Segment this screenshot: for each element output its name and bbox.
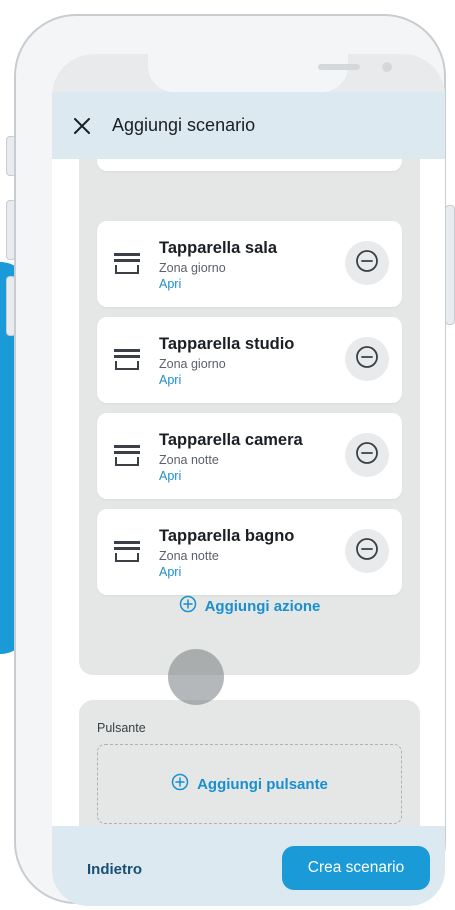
shutter-icon	[114, 445, 140, 467]
action-zone: Zona giorno	[159, 261, 226, 275]
plus-circle-icon	[171, 773, 189, 795]
action-command[interactable]: Apri	[159, 277, 181, 291]
device-stage: Aggiungi scenario Tapparella sala Zona g…	[0, 0, 455, 910]
action-zone: Zona notte	[159, 549, 219, 563]
action-title: Tapparella studio	[159, 335, 295, 353]
action-zone: Zona giorno	[159, 357, 226, 371]
remove-action-button[interactable]	[345, 241, 389, 285]
add-button-label: Aggiungi pulsante	[197, 775, 328, 793]
remove-action-button[interactable]	[345, 337, 389, 381]
action-command[interactable]: Apri	[159, 373, 181, 387]
add-action-label: Aggiungi azione	[204, 597, 321, 615]
phone-notch	[148, 54, 392, 92]
minus-circle-icon	[355, 249, 379, 278]
shutter-icon	[114, 349, 140, 371]
phone-power-button	[445, 205, 455, 325]
status-bar	[52, 54, 445, 92]
minus-circle-icon	[355, 345, 379, 374]
create-scenario-button[interactable]: Crea scenario	[282, 846, 430, 890]
add-action-button[interactable]: Aggiungi azione	[79, 595, 420, 617]
action-card[interactable]: Tapparella sala Zona giorno Apri	[97, 221, 402, 307]
actions-panel: Tapparella sala Zona giorno Apri Tappare…	[79, 159, 420, 675]
action-card[interactable]: Tapparella studio Zona giorno Apri	[97, 317, 402, 403]
action-card[interactable]: Tapparella bagno Zona notte Apri	[97, 509, 402, 595]
footer-bar: Indietro Crea scenario	[52, 826, 445, 906]
back-button[interactable]: Indietro	[87, 861, 142, 878]
action-title: Tapparella camera	[159, 431, 303, 449]
touch-indicator	[168, 649, 224, 705]
minus-circle-icon	[355, 441, 379, 470]
remove-action-button[interactable]	[345, 529, 389, 573]
page-title: Aggiungi scenario	[112, 115, 256, 135]
shutter-icon	[114, 253, 140, 275]
front-camera	[382, 62, 392, 72]
button-section-label: Pulsante	[97, 721, 146, 735]
phone-screen: Aggiungi scenario Tapparella sala Zona g…	[52, 54, 445, 906]
create-scenario-label: Crea scenario	[307, 859, 405, 876]
remove-action-button[interactable]	[345, 433, 389, 477]
action-command[interactable]: Apri	[159, 469, 181, 483]
action-command[interactable]: Apri	[159, 565, 181, 579]
button-section: Pulsante Aggiungi pulsante	[79, 700, 420, 826]
add-button-dropzone[interactable]: Aggiungi pulsante	[97, 744, 402, 824]
action-title: Tapparella sala	[159, 239, 278, 257]
action-title: Tapparella bagno	[159, 527, 295, 545]
app-header: Aggiungi scenario	[52, 92, 445, 159]
minus-circle-icon	[355, 537, 379, 566]
scenario-content[interactable]: Tapparella sala Zona giorno Apri Tappare…	[52, 159, 445, 826]
shutter-icon	[114, 541, 140, 563]
close-icon[interactable]	[72, 116, 92, 136]
speaker-grille	[318, 64, 360, 70]
plus-circle-icon	[179, 595, 197, 617]
phone-frame: Aggiungi scenario Tapparella sala Zona g…	[14, 14, 446, 906]
action-card-partial[interactable]	[97, 159, 402, 171]
action-card[interactable]: Tapparella camera Zona notte Apri	[97, 413, 402, 499]
action-zone: Zona notte	[159, 453, 219, 467]
